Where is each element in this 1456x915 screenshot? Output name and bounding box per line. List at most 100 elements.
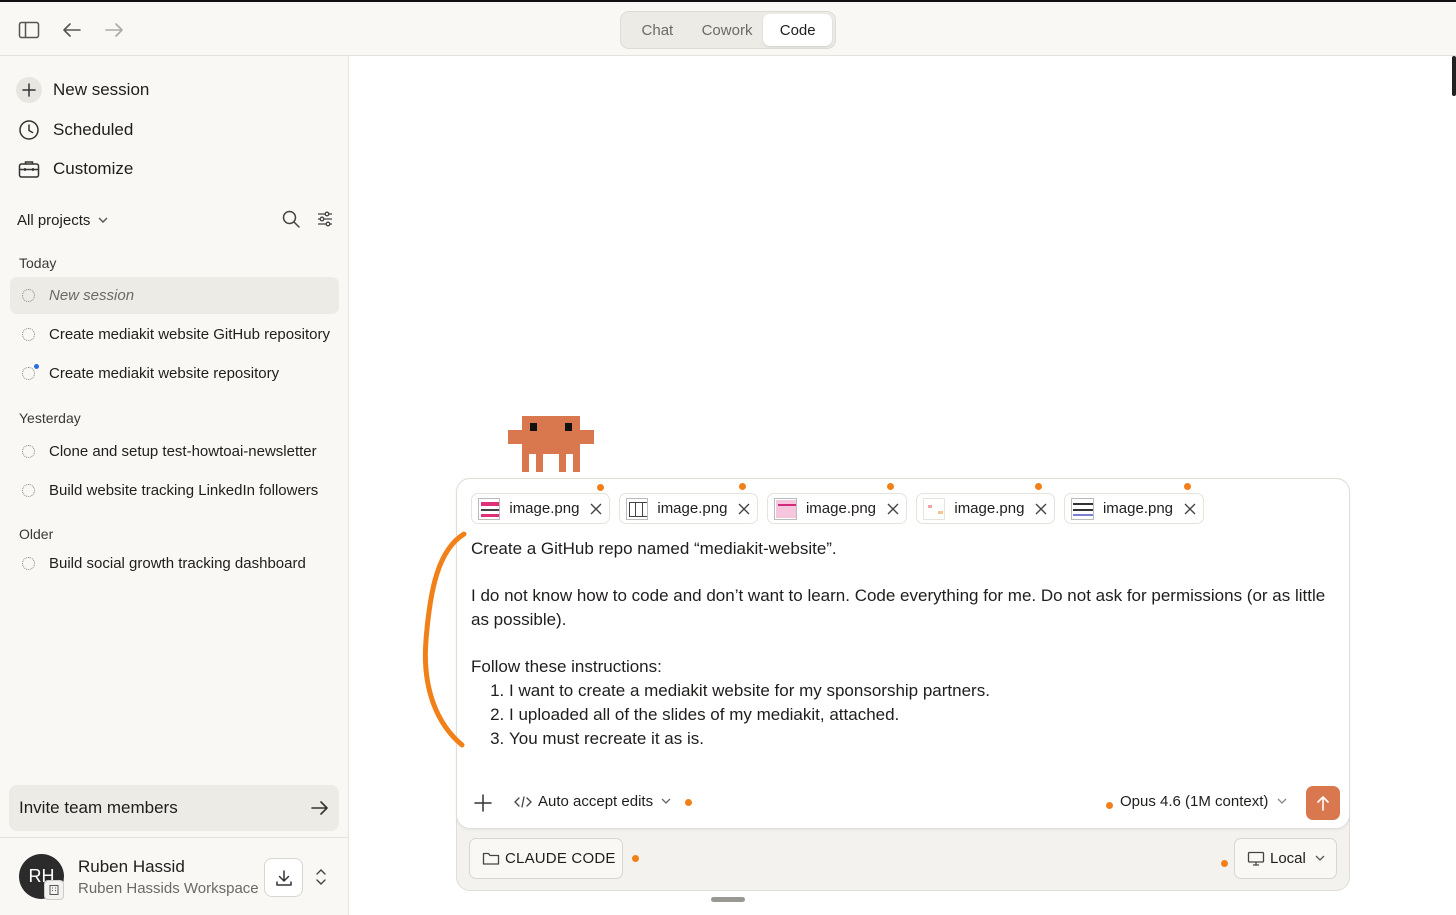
session-item[interactable]: New session bbox=[10, 277, 339, 314]
prompt-line: Create a GitHub repo named “mediakit-web… bbox=[471, 539, 837, 558]
session-status-icon bbox=[22, 484, 35, 497]
forward-arrow-icon[interactable] bbox=[100, 16, 128, 44]
back-arrow-icon[interactable] bbox=[58, 16, 86, 44]
nav-label: Scheduled bbox=[53, 120, 134, 139]
annotation-dot bbox=[632, 855, 639, 862]
scheduled-button[interactable]: Scheduled bbox=[16, 115, 133, 145]
briefcase-icon bbox=[16, 156, 42, 182]
prompt-steps: I want to create a mediakit website for … bbox=[509, 679, 1341, 751]
attachment-name: image.png bbox=[805, 500, 877, 517]
close-icon[interactable] bbox=[886, 501, 900, 517]
folder-icon bbox=[482, 852, 500, 865]
annotation-bracket bbox=[422, 531, 467, 748]
scrollbar-thumb[interactable] bbox=[1452, 56, 1456, 96]
resize-grip[interactable] bbox=[711, 897, 745, 902]
mode-tabs: Chat Cowork Code bbox=[620, 11, 836, 49]
mode-label: Auto accept edits bbox=[538, 793, 654, 810]
add-attachment-button[interactable] bbox=[473, 793, 493, 813]
send-button[interactable] bbox=[1306, 786, 1340, 820]
project-label: CLAUDE CODE bbox=[505, 850, 616, 867]
clock-icon bbox=[16, 117, 42, 143]
image-thumbnail-icon bbox=[1071, 497, 1094, 520]
session-status-icon bbox=[22, 445, 35, 458]
prompt-composer[interactable]: image.png image.png image.png image.png … bbox=[456, 478, 1350, 829]
prompt-step: I uploaded all of the slides of my media… bbox=[509, 703, 1341, 727]
session-title: New session bbox=[49, 287, 135, 304]
chevron-up-down-icon[interactable] bbox=[312, 864, 330, 890]
new-session-button[interactable]: New session bbox=[16, 75, 149, 105]
close-icon[interactable] bbox=[1034, 501, 1048, 517]
nav-label: New session bbox=[53, 80, 150, 99]
code-brackets-icon bbox=[514, 795, 532, 808]
image-thumbnail-icon bbox=[626, 497, 649, 520]
close-icon[interactable] bbox=[589, 501, 603, 517]
session-item[interactable]: Create mediakit website repository bbox=[10, 355, 339, 392]
session-item[interactable]: Clone and setup test-howtoai-newsletter bbox=[10, 433, 339, 470]
auto-accept-dropdown[interactable]: Auto accept edits bbox=[514, 793, 671, 810]
image-thumbnail-icon bbox=[478, 497, 501, 520]
close-icon[interactable] bbox=[737, 501, 751, 517]
attachment-chip[interactable]: image.png bbox=[767, 493, 907, 524]
session-title: Create mediakit website GitHub repositor… bbox=[49, 326, 330, 343]
unread-dot bbox=[34, 364, 39, 369]
session-status-icon bbox=[22, 289, 35, 302]
projects-filter-row: All projects bbox=[17, 208, 335, 232]
download-button[interactable] bbox=[264, 858, 303, 897]
annotation-dot bbox=[597, 484, 604, 491]
session-item[interactable]: Build website tracking LinkedIn follower… bbox=[10, 472, 339, 509]
tab-code[interactable]: Code bbox=[763, 14, 832, 46]
prompt-textarea[interactable]: Create a GitHub repo named “mediakit-web… bbox=[471, 537, 1341, 751]
search-icon[interactable] bbox=[282, 210, 300, 232]
chevron-down-icon bbox=[1315, 855, 1325, 861]
attachment-name: image.png bbox=[954, 500, 1025, 517]
user-name: Ruben Hassid bbox=[78, 857, 185, 876]
workspace-building-icon bbox=[44, 880, 64, 900]
invite-team-members-button[interactable]: Invite team members bbox=[9, 785, 339, 831]
download-icon bbox=[275, 869, 292, 886]
attachment-chip[interactable]: image.png bbox=[619, 493, 758, 524]
env-label: Local bbox=[1270, 850, 1306, 867]
session-title: Build website tracking LinkedIn follower… bbox=[49, 482, 319, 499]
session-item[interactable]: Build social growth tracking dashboard bbox=[10, 545, 339, 582]
claude-mascot-icon bbox=[508, 416, 594, 472]
tab-cowork[interactable]: Cowork bbox=[691, 14, 764, 46]
session-item[interactable]: Create mediakit website GitHub repositor… bbox=[10, 316, 339, 353]
section-older: Older bbox=[19, 526, 54, 542]
model-selector[interactable]: Opus 4.6 (1M context) bbox=[1120, 793, 1287, 810]
sidebar-toggle-icon[interactable] bbox=[15, 16, 43, 44]
tab-chat[interactable]: Chat bbox=[624, 14, 691, 46]
user-workspace: Ruben Hassids Workspace bbox=[78, 880, 259, 897]
section-today: Today bbox=[19, 255, 57, 271]
image-thumbnail-icon bbox=[923, 497, 946, 520]
invite-label: Invite team members bbox=[19, 798, 178, 817]
session-title: Create mediakit website repository bbox=[49, 365, 280, 382]
session-status-icon bbox=[22, 364, 39, 380]
project-folder-button[interactable]: CLAUDE CODE bbox=[469, 838, 623, 879]
attachment-chip[interactable]: image.png bbox=[916, 493, 1055, 524]
annotation-dot bbox=[1221, 860, 1228, 867]
chevron-down-icon bbox=[661, 798, 671, 804]
close-icon[interactable] bbox=[1183, 501, 1197, 517]
chevron-down-icon bbox=[1277, 798, 1287, 804]
session-title: Build social growth tracking dashboard bbox=[49, 555, 306, 572]
section-yesterday: Yesterday bbox=[19, 410, 81, 426]
annotation-dot bbox=[685, 799, 692, 806]
prompt-line: Follow these instructions: bbox=[471, 657, 662, 676]
attachment-chip[interactable]: image.png bbox=[1064, 493, 1204, 524]
all-projects-dropdown[interactable]: All projects bbox=[17, 212, 108, 229]
attachment-name: image.png bbox=[509, 500, 580, 517]
sidebar: New session Scheduled Customize All proj… bbox=[0, 56, 349, 915]
attachment-chip[interactable]: image.png bbox=[471, 493, 610, 524]
customize-button[interactable]: Customize bbox=[16, 154, 133, 184]
chevron-down-icon bbox=[98, 217, 108, 223]
attachment-name: image.png bbox=[1102, 500, 1174, 517]
model-label: Opus 4.6 (1M context) bbox=[1120, 793, 1269, 810]
environment-selector[interactable]: Local bbox=[1234, 838, 1337, 879]
plus-icon bbox=[16, 77, 42, 103]
plus-icon bbox=[474, 794, 492, 812]
annotation-dot bbox=[739, 483, 746, 490]
user-menu[interactable]: RH Ruben Hassid Ruben Hassids Workspace bbox=[0, 837, 349, 915]
annotation-dot bbox=[1035, 483, 1042, 490]
filter-sliders-icon[interactable] bbox=[317, 211, 333, 231]
prompt-step: You must recreate it as is. bbox=[509, 727, 1341, 751]
